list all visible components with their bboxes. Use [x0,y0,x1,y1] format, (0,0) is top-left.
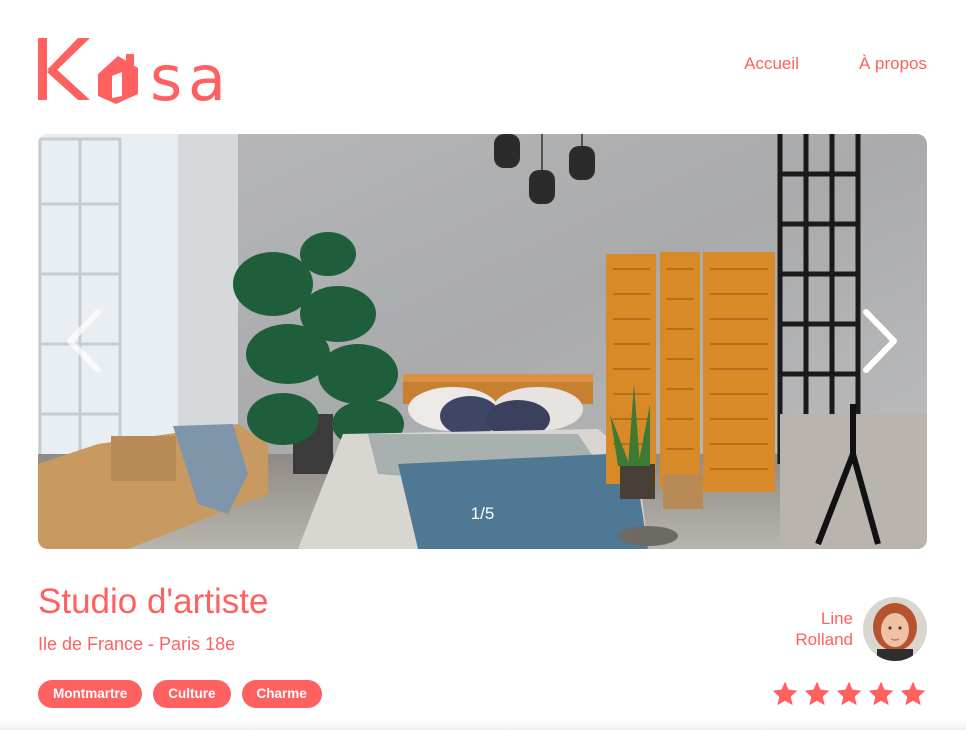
tag-item: Culture [153,680,231,708]
host-first-name: Line [820,609,853,628]
photo-carousel: 1/5 [38,134,927,549]
host-info: Line Rolland [773,597,927,661]
star-rating [771,680,927,708]
nav-link-a-propos[interactable]: À propos [859,54,927,74]
host-last-name: Rolland [795,630,853,649]
carousel-next-button[interactable] [856,306,904,376]
main-nav: Accueil À propos [744,54,927,74]
kasa-logo[interactable]: s a [38,36,240,106]
listing-location: Ile de France - Paris 18e [38,634,236,654]
nav-link-accueil[interactable]: Accueil [744,54,799,74]
star-icon [868,681,894,706]
tag-list: Montmartre Culture Charme [38,680,322,708]
listing-title: Studio d'artiste [38,582,269,621]
carousel-counter: 1/5 [470,504,495,523]
chevron-left-icon [67,309,101,373]
star-icon [804,681,830,706]
tag-item: Charme [241,680,322,708]
bottom-fade [0,720,966,730]
star-icon [836,681,862,706]
star-icon [772,681,798,706]
tag-item: Montmartre [38,680,143,708]
svg-text:s: s [150,42,182,106]
host-avatar [863,597,927,661]
svg-text:a: a [188,42,226,106]
host-name: Line Rolland [773,608,853,650]
star-icon [900,681,926,706]
chevron-right-icon [863,309,897,373]
listing-photo [38,134,927,549]
carousel-prev-button[interactable] [60,306,108,376]
